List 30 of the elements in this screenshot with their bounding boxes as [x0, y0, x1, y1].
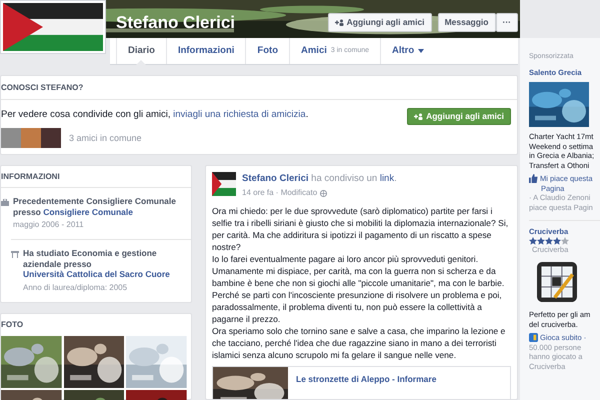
info-date: maggio 2006 - 2011 [13, 219, 85, 231]
post-time: 14 ore fa · Modificato [242, 187, 318, 200]
header-button[interactable]: Messaggio [438, 13, 496, 32]
post-text: Perché se parti con l'incosciente presunzione di risolvere un problema e poi, paradossalmente, il problema diventi tu, non può essere la collettività a pagarne il prezzo. [212, 289, 503, 326]
card-title: CONOSCI STEFANO? [1, 76, 517, 100]
info-date: Anno di laurea/diploma: 2005 [23, 282, 128, 294]
profile-tab[interactable]: Diario [116, 38, 166, 64]
author-link[interactable]: Stefano Clerici [242, 173, 309, 184]
info-link[interactable]: Consigliere Comunale [43, 206, 133, 216]
post-text: Umanamente mi dispiace, per carità, ma con la guerra non si scherza e da bambine è bene che non si giochi alle "piccole umanitarie", ma con le barbie. [212, 265, 506, 290]
info-link[interactable]: Università Cattolica del Sacro Cuore [23, 269, 170, 279]
info-text: Precedentemente Consigliere Comunale presso Consigliere Comunale [13, 196, 177, 217]
link-preview[interactable]: Le stronzette di Aleppo - Informare [212, 366, 511, 399]
profile-tab[interactable]: Altro [380, 38, 436, 64]
profile-tab[interactable]: Foto [245, 38, 289, 64]
post-header: Stefano Clerici ha condiviso un link. [242, 172, 397, 186]
card-title: INFORMAZIONI [1, 166, 191, 188]
card-title: FOTO [1, 318, 24, 330]
post-text: Ora mi chiedo: per le due sprovvedute (sarò diplomatico) partite per farsi i selfie tra i ribelli siriani è giusto che si mobiliti la diplomazia internazionale? Si, per carità. Ma che addiritura si ipotizzi il pagamento di un riscatto a spese nostre? [212, 205, 510, 254]
shared-link[interactable]: link [380, 173, 394, 184]
link-title[interactable]: Le stronzette di Aleppo - Informare [296, 373, 436, 399]
post-text: Io lo farei eventualmente pagare ai loro ancor più sprovveduti genitori. [212, 253, 480, 266]
post-text: Ora speriamo solo che tornino sane e salve a casa, che imparino la lezione e che tacciano, perché l'idea che due ragazzine siano in mano a dei terroristi islamici senza alcuno scrupolo mi fa gelare il sangue nelle vene. [212, 325, 506, 362]
header-button[interactable]: ··· [496, 13, 518, 32]
profile-tab[interactable]: Informazioni [166, 38, 246, 64]
friend-request-link[interactable]: inviagli una richiesta di amicizia [173, 109, 306, 120]
profile-name: Stefano Clerici [116, 12, 236, 34]
add-friend-button[interactable]: Aggiungi agli amici [328, 13, 432, 32]
info-text: Ha studiato Economia e gestione aziendale presso Università Cattolica del Sacro Cuore [23, 248, 171, 280]
friend-request-text: Per vedere cosa condivide con gli amici, inviagli una richiesta di amicizia. [1, 108, 308, 122]
